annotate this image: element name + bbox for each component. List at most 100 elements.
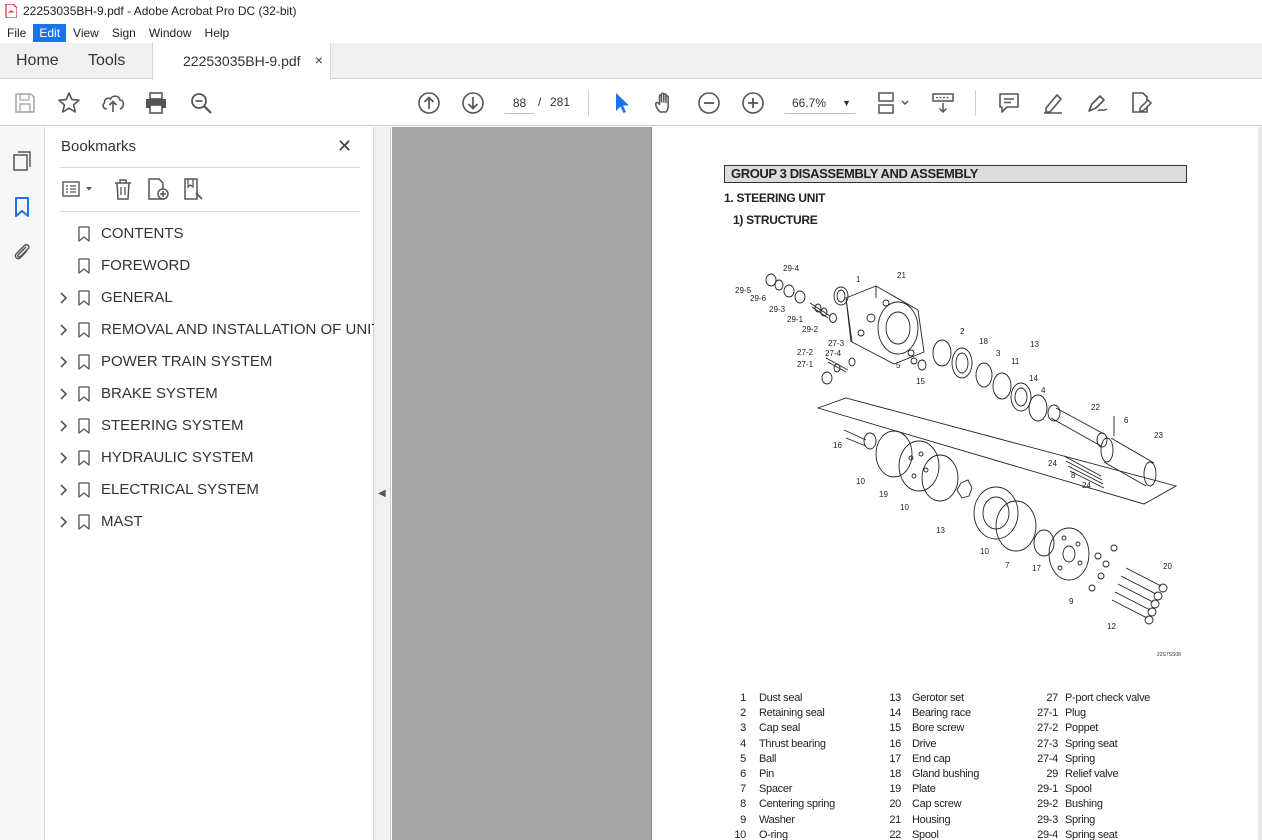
diagram-callout: 27-3 [828, 339, 845, 348]
page-display-icon[interactable] [876, 90, 912, 116]
previous-page-icon[interactable] [416, 90, 442, 116]
part-number: 20 [889, 798, 901, 811]
chevron-right-icon[interactable] [58, 451, 68, 465]
part-number: 29-4 [1037, 828, 1058, 840]
sign-pen-icon[interactable] [1084, 90, 1110, 116]
bookmark-icon [78, 290, 90, 306]
bookmark-icon [78, 482, 90, 498]
chevron-right-icon[interactable] [58, 355, 68, 369]
diagram-callout: 5 [896, 361, 901, 370]
part-name: Retaining seal [759, 707, 825, 720]
chevron-right-icon[interactable] [58, 515, 68, 529]
bookmark-item[interactable]: ELECTRICAL SYSTEM [45, 474, 374, 506]
diagram-callout: 4 [1041, 386, 1046, 395]
find-bookmark-icon[interactable] [181, 177, 207, 201]
menu-bar: File Edit View Sign Window Help [0, 22, 1262, 43]
select-cursor-icon[interactable] [608, 90, 634, 116]
scroll-mode-icon[interactable] [930, 90, 956, 116]
bookmark-icon [78, 226, 90, 242]
menu-view[interactable]: View [67, 24, 105, 42]
part-name: Plate [912, 783, 936, 796]
parts-row: 29 Relief valve [1030, 768, 1180, 783]
parts-row: 27-4 Spring [1030, 753, 1180, 768]
diagram-callout: 10 [856, 477, 865, 486]
save-icon[interactable] [12, 90, 38, 116]
highlight-pen-icon[interactable] [1040, 90, 1066, 116]
chevron-right-icon[interactable] [58, 323, 68, 337]
close-tab-icon[interactable]: × [315, 52, 323, 68]
parts-row: 2 Retaining seal [730, 707, 880, 722]
bookmark-icon [78, 386, 90, 402]
diagram-callout: 7 [1005, 561, 1010, 570]
bookmark-item[interactable]: MAST [45, 506, 374, 538]
redact-tool-icon[interactable] [1128, 90, 1154, 116]
menu-sign[interactable]: Sign [106, 24, 142, 42]
bookmark-item[interactable]: HYDRAULIC SYSTEM [45, 442, 374, 474]
steering-unit-exploded-diagram: 1 2129-429-529-629-329-129-2 2183111441327… [735, 264, 1178, 631]
zoom-in-icon[interactable] [740, 90, 766, 116]
chevron-right-icon[interactable] [58, 387, 68, 401]
vertical-scrollbar[interactable] [1258, 127, 1262, 840]
tab-document[interactable]: 22253035BH-9.pdf × [152, 43, 331, 80]
parts-row: 27 P-port check valve [1030, 692, 1180, 707]
diagram-callout: 29-6 [750, 294, 767, 303]
page-number-input[interactable]: 88 [505, 92, 534, 114]
part-name: O-ring [759, 828, 788, 840]
title-bar: 22253035BH-9.pdf - Adobe Acrobat Pro DC … [0, 0, 1262, 22]
page-thumbnails-icon[interactable] [10, 149, 34, 173]
toolbar-divider [588, 90, 589, 116]
collapse-panel-icon[interactable]: ◀ [378, 488, 386, 499]
panel-splitter[interactable] [374, 127, 391, 840]
chevron-right-icon[interactable] [58, 419, 68, 433]
hand-tool-icon[interactable] [652, 90, 678, 116]
bookmark-item[interactable]: BRAKE SYSTEM [45, 378, 374, 410]
part-number: 29 [1046, 767, 1058, 780]
bookmark-item[interactable]: STEERING SYSTEM [45, 410, 374, 442]
new-bookmark-icon[interactable] [145, 177, 171, 201]
chevron-right-icon[interactable] [58, 291, 68, 305]
bookmark-item[interactable]: FOREWORD [45, 250, 374, 282]
bookmark-item[interactable]: POWER TRAIN SYSTEM [45, 346, 374, 378]
bookmark-item[interactable]: REMOVAL AND INSTALLATION OF UNIT [45, 314, 381, 346]
print-icon[interactable] [143, 90, 169, 116]
bookmark-item[interactable]: GENERAL [45, 282, 374, 314]
zoom-level-select[interactable]: 66.7% ▼ [785, 92, 855, 114]
part-number: 27-4 [1037, 752, 1058, 765]
bookmark-options-icon[interactable] [61, 177, 97, 201]
menu-edit[interactable]: Edit [33, 23, 67, 42]
bookmark-label: STEERING SYSTEM [101, 417, 244, 434]
chevron-right-icon[interactable] [58, 483, 68, 497]
total-pages: 281 [550, 95, 571, 109]
zoom-out-icon[interactable] [696, 90, 722, 116]
menu-window[interactable]: Window [143, 24, 198, 42]
delete-bookmark-icon[interactable] [111, 177, 135, 201]
part-number: 17 [889, 752, 901, 765]
upload-share-icon[interactable] [100, 90, 126, 116]
tab-tools[interactable]: Tools [88, 52, 125, 70]
figure-code: 22S7SS08 [1157, 652, 1181, 658]
part-name: Spacer [759, 783, 793, 796]
part-number: 16 [889, 737, 901, 750]
zoom-search-icon[interactable] [188, 90, 214, 116]
bookmark-label: CONTENTS [101, 225, 184, 242]
part-name: Cap seal [759, 722, 801, 735]
menu-file[interactable]: File [1, 24, 32, 42]
attachments-paperclip-icon[interactable] [10, 240, 34, 264]
part-number: 18 [889, 767, 901, 780]
part-number: 27-3 [1037, 737, 1058, 750]
bookmark-item[interactable]: CONTENTS [45, 218, 374, 250]
menu-help[interactable]: Help [199, 24, 236, 42]
diagram-callout: 24 [1048, 459, 1057, 468]
bookmarks-panel-icon[interactable] [10, 195, 34, 219]
parts-row: 17 End cap [880, 753, 1030, 768]
bookmark-star-icon[interactable] [56, 90, 82, 116]
diagram-callout: 29-1 [787, 315, 804, 324]
subsection-heading: 1) STRUCTURE [733, 213, 818, 227]
tab-home[interactable]: Home [16, 52, 59, 70]
next-page-icon[interactable] [460, 90, 486, 116]
bookmark-label: MAST [101, 513, 143, 530]
comment-icon[interactable] [996, 90, 1022, 116]
section-heading: 1. STEERING UNIT [724, 191, 826, 205]
close-panel-icon[interactable]: ✕ [337, 136, 355, 156]
part-number: 9 [740, 813, 746, 826]
